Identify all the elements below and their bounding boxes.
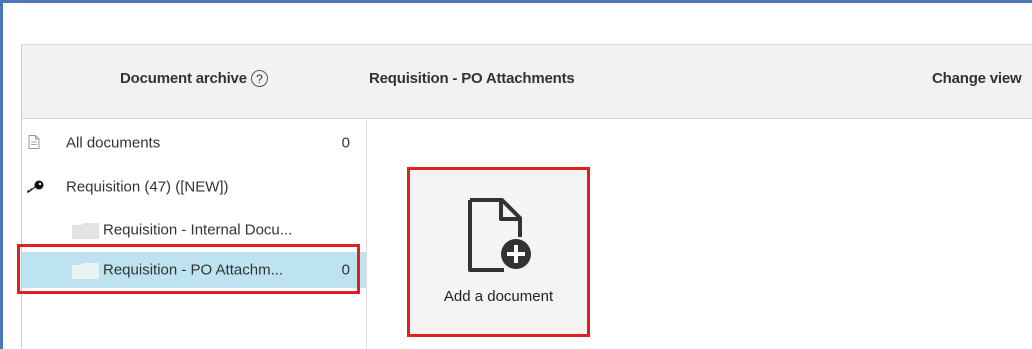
tree-item-all-documents[interactable]: All documents 0 (22, 125, 366, 161)
document-archive-heading: Document archive ? (120, 70, 268, 87)
help-icon[interactable]: ? (250, 70, 268, 87)
change-view-button[interactable]: Change view (932, 70, 1022, 87)
tree-item-label: Requisition - Internal Docu... (103, 221, 293, 239)
tree-item-label: Requisition (47) ([NEW]) (66, 178, 229, 196)
key-icon (27, 180, 44, 193)
selected-folder-highlight (17, 244, 360, 294)
window-left-border (0, 0, 3, 349)
tree-item-label: All documents (66, 134, 161, 152)
current-folder-title: Requisition - PO Attachments (369, 70, 575, 87)
add-document-icon (468, 198, 531, 272)
folder-icon (72, 223, 99, 239)
tree-item-count: 0 (341, 134, 350, 152)
tree-item-internal-documents[interactable]: Requisition - Internal Docu... (22, 212, 366, 248)
document-icon (28, 135, 40, 149)
add-document-label: Add a document (443, 288, 554, 305)
tree-item-requisition[interactable]: Requisition (47) ([NEW]) (22, 169, 366, 205)
add-document-button[interactable]: Add a document (407, 167, 590, 337)
window-top-border (0, 0, 1032, 3)
document-archive-label: Document archive (120, 70, 247, 87)
